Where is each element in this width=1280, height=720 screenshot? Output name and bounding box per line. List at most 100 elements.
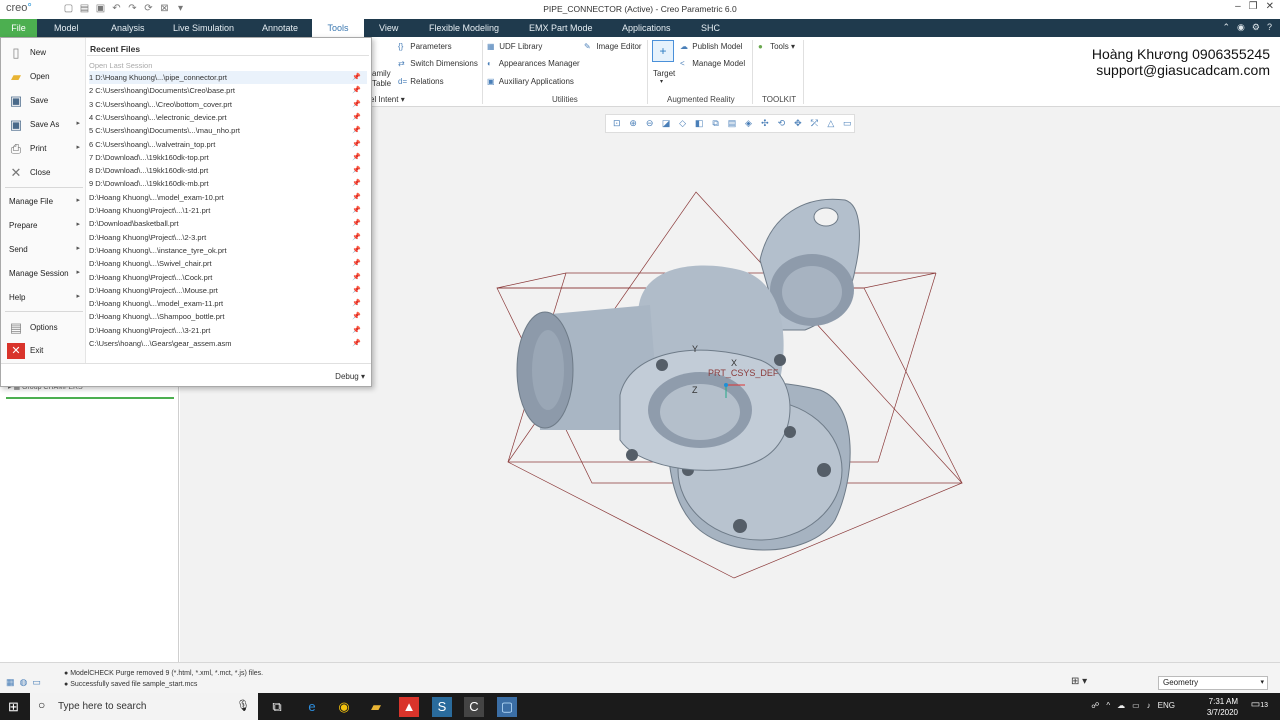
pin-icon[interactable]: 📌 (352, 124, 361, 137)
publish-model-button[interactable]: ☁ Publish Model (680, 42, 742, 51)
close-window-icon[interactable]: ✕ (1266, 1, 1274, 12)
pin-icon[interactable]: 📌 (352, 98, 361, 111)
tab-live-simulation[interactable]: Live Simulation (173, 19, 234, 37)
pin-icon[interactable]: 📌 (352, 257, 361, 270)
zoom-in-icon[interactable]: ⊕ (626, 117, 639, 130)
menu-save-as[interactable]: ▣ Save As ▸ (1, 113, 86, 137)
menu-new[interactable]: ▯ New (1, 41, 86, 65)
pin-icon[interactable]: 📌 (352, 324, 361, 337)
tab-tools[interactable]: Tools (312, 19, 364, 37)
recent-file-item[interactable]: D:\Hoang Khuong\Project\...\3-21.prt 📌 (89, 324, 367, 337)
tab-applications[interactable]: Applications (622, 19, 671, 37)
recent-file-item[interactable]: D:\Hoang Khuong\...\model_exam-11.prt 📌 (89, 297, 367, 310)
spin-center-icon[interactable]: ⟲ (775, 117, 788, 130)
recent-file-item[interactable]: 8 D:\Download\...\19kk160dk-std.prt 📌 (89, 164, 367, 177)
minimize-icon[interactable]: – (1235, 1, 1241, 12)
target-icon[interactable]: + (652, 40, 674, 62)
menu-print[interactable]: ⎙ Print ▸ (1, 137, 86, 161)
cloud-icon[interactable]: ☁ (1117, 701, 1125, 710)
pin-icon[interactable]: 📌 (352, 111, 361, 124)
parameters-button[interactable]: {} Parameters (398, 42, 452, 51)
recent-file-item[interactable]: D:\Download\basketball.prt 📌 (89, 217, 367, 230)
recent-file-item[interactable]: 6 C:\Users\hoang\...\valvetrain_top.prt 📌 (89, 138, 367, 151)
pin-icon[interactable]: 📌 (352, 191, 361, 204)
saved-orientations-icon[interactable]: ⧉ (709, 117, 722, 130)
language-indicator[interactable]: ENG (1158, 701, 1175, 710)
recent-file-item[interactable]: D:\Hoang Khuong\Project\...\2-3.prt 📌 (89, 231, 367, 244)
toolkit-tools-button[interactable]: ● Tools ▾ (758, 42, 795, 51)
settings-icon[interactable]: ⚙ (1252, 22, 1260, 33)
toggle-navigator-icon[interactable]: ▦ (6, 677, 15, 688)
recent-file-item[interactable]: 1 D:\Hoang Khuong\...\pipe_connector.prt… (89, 71, 367, 84)
pin-icon[interactable]: 📌 (352, 138, 361, 151)
recent-file-item[interactable]: D:\Hoang Khuong\Project\...\Mouse.prt 📌 (89, 284, 367, 297)
menu-options[interactable]: ▤ Options (1, 316, 86, 340)
notification-icon[interactable]: ▭13 (1251, 699, 1268, 710)
display-style-icon[interactable]: ◧ (692, 117, 705, 130)
recent-file-item[interactable]: D:\Hoang Khuong\...\model_exam-10.prt 📌 (89, 191, 367, 204)
pin-icon[interactable]: 📌 (352, 204, 361, 217)
menu-save[interactable]: ▣ Save (1, 89, 86, 113)
pin-icon[interactable]: 📌 (352, 151, 361, 164)
menu-prepare[interactable]: Prepare ▸ (1, 214, 86, 238)
edge-icon[interactable]: e (302, 697, 322, 717)
perspective-icon[interactable]: ◇ (676, 117, 689, 130)
tab-model[interactable]: Model (54, 19, 79, 37)
udf-library-button[interactable]: ▦ UDF Library (487, 42, 542, 51)
tab-shc[interactable]: SHC (701, 19, 720, 37)
target-dropdown-icon[interactable]: ▾ (660, 78, 663, 85)
menu-manage-session[interactable]: Manage Session ▸ (1, 262, 86, 286)
creo-taskbar-icon[interactable]: ▢ (497, 697, 517, 717)
restore-icon[interactable]: ❐ (1249, 1, 1258, 12)
pin-icon[interactable]: 📌 (352, 337, 361, 350)
chevron-up-icon[interactable]: ^ (1106, 701, 1110, 710)
recent-file-item[interactable]: D:\Hoang Khuong\...\Swivel_chair.prt 📌 (89, 257, 367, 270)
people-icon[interactable]: ☍ (1091, 701, 1099, 710)
pin-icon[interactable]: 📌 (352, 284, 361, 297)
network-icon[interactable]: ▭ (1132, 701, 1140, 710)
pin-icon[interactable]: 📌 (352, 164, 361, 177)
clock[interactable]: 7:31 AM 3/7/2020 (1207, 696, 1238, 718)
tab-analysis[interactable]: Analysis (111, 19, 145, 37)
full-screen-icon[interactable]: ▭ (32, 677, 41, 688)
target-button[interactable]: Target (653, 69, 675, 78)
family-table-partial-2[interactable]: Table (372, 79, 391, 88)
menu-close[interactable]: ✕ Close (1, 161, 86, 185)
pin-icon[interactable]: 📌 (352, 217, 361, 230)
browser-icon[interactable]: ◍ (20, 677, 28, 688)
appearances-manager-button[interactable]: ◐ Appearances Manager (487, 59, 580, 68)
menu-help[interactable]: Help ▸ (1, 286, 86, 310)
switch-dimensions-button[interactable]: ⇄ Switch Dimensions (398, 59, 478, 68)
pin-icon[interactable]: 📌 (352, 310, 361, 323)
open-last-session[interactable]: Open Last Session (89, 61, 152, 70)
recent-file-item[interactable]: D:\Hoang Khuong\...\instance_tyre_ok.prt… (89, 244, 367, 257)
find-icon[interactable]: ⊞ ▾ (1071, 676, 1087, 687)
collapse-ribbon-icon[interactable]: ⌃ (1223, 22, 1231, 33)
app-c-icon[interactable]: C (464, 697, 484, 717)
recent-file-item[interactable]: 3 C:\Users\hoang\...\Creo\bottom_cover.p… (89, 98, 367, 111)
tab-view[interactable]: View (379, 19, 398, 37)
windows-start-icon[interactable]: ⊞ (8, 699, 19, 715)
task-view-icon[interactable]: ⧉ (267, 697, 287, 717)
pin-icon[interactable]: 📌 (352, 177, 361, 190)
recent-file-item[interactable]: 2 C:\Users\hoang\Documents\Creo\base.prt… (89, 84, 367, 97)
tab-flexible-modeling[interactable]: Flexible Modeling (429, 19, 499, 37)
recent-file-item[interactable]: D:\Hoang Khuong\...\Shampoo_bottle.prt 📌 (89, 310, 367, 323)
help-icon[interactable]: ? (1267, 22, 1272, 33)
recent-file-item[interactable]: D:\Hoang Khuong\Project\...\1-21.prt 📌 (89, 204, 367, 217)
family-table-partial[interactable]: amily (372, 69, 391, 78)
menu-exit[interactable]: ✕ Exit (1, 339, 86, 363)
tab-annotate[interactable]: Annotate (262, 19, 298, 37)
annotation-display-icon[interactable]: ✥ (791, 117, 804, 130)
zoom-out-icon[interactable]: ⊖ (643, 117, 656, 130)
pipe-connector-model[interactable]: PRT_CSYS_DEF Y X Z (495, 185, 965, 580)
section-icon[interactable]: ◈ (742, 117, 755, 130)
pin-icon[interactable]: 📌 (352, 244, 361, 257)
recent-file-item[interactable]: C:\Users\hoang\...\Gears\gear_assem.asm 📌 (89, 337, 367, 350)
model-intent-dropdown[interactable]: el Intent ▾ (370, 95, 405, 104)
globe-icon[interactable]: ◉ (1237, 22, 1245, 33)
view-manager-icon[interactable]: ▤ (725, 117, 738, 130)
tab-file[interactable]: File (0, 19, 37, 37)
pin-icon[interactable]: 📌 (352, 271, 361, 284)
chrome-icon[interactable]: ◉ (334, 697, 354, 717)
